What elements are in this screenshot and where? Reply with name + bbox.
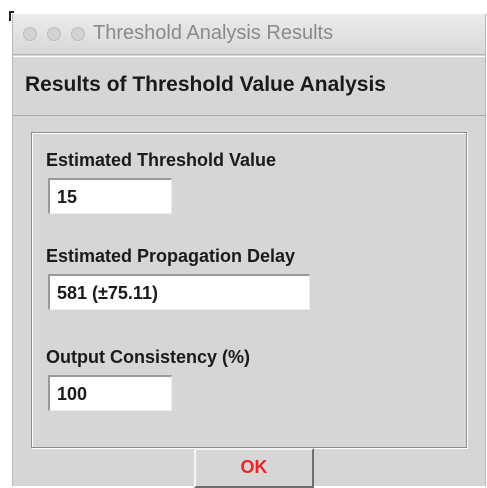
ok-button[interactable]: OK	[194, 448, 314, 488]
output-consistency-label: Output Consistency (%)	[46, 347, 251, 367]
title-bar[interactable]: Threshold Analysis Results	[13, 14, 485, 55]
close-light-icon[interactable]	[23, 27, 37, 41]
threshold-value-field[interactable]: 15	[48, 178, 172, 214]
propagation-delay-field[interactable]: 581 (±75.11)	[48, 274, 310, 310]
propagation-delay-label: Estimated Propagation Delay	[46, 246, 296, 266]
minimize-light-icon[interactable]	[47, 27, 61, 41]
output-consistency-field[interactable]: 100	[48, 375, 172, 411]
threshold-value-label: Estimated Threshold Value	[46, 150, 277, 170]
heading-bar: Results of Threshold Value Analysis	[13, 56, 485, 116]
dialog-heading: Results of Threshold Value Analysis	[25, 73, 386, 96]
zoom-light-icon[interactable]	[71, 27, 85, 41]
results-dialog: Threshold Analysis Results Results of Th…	[12, 14, 486, 488]
window-title: Threshold Analysis Results	[93, 22, 334, 44]
